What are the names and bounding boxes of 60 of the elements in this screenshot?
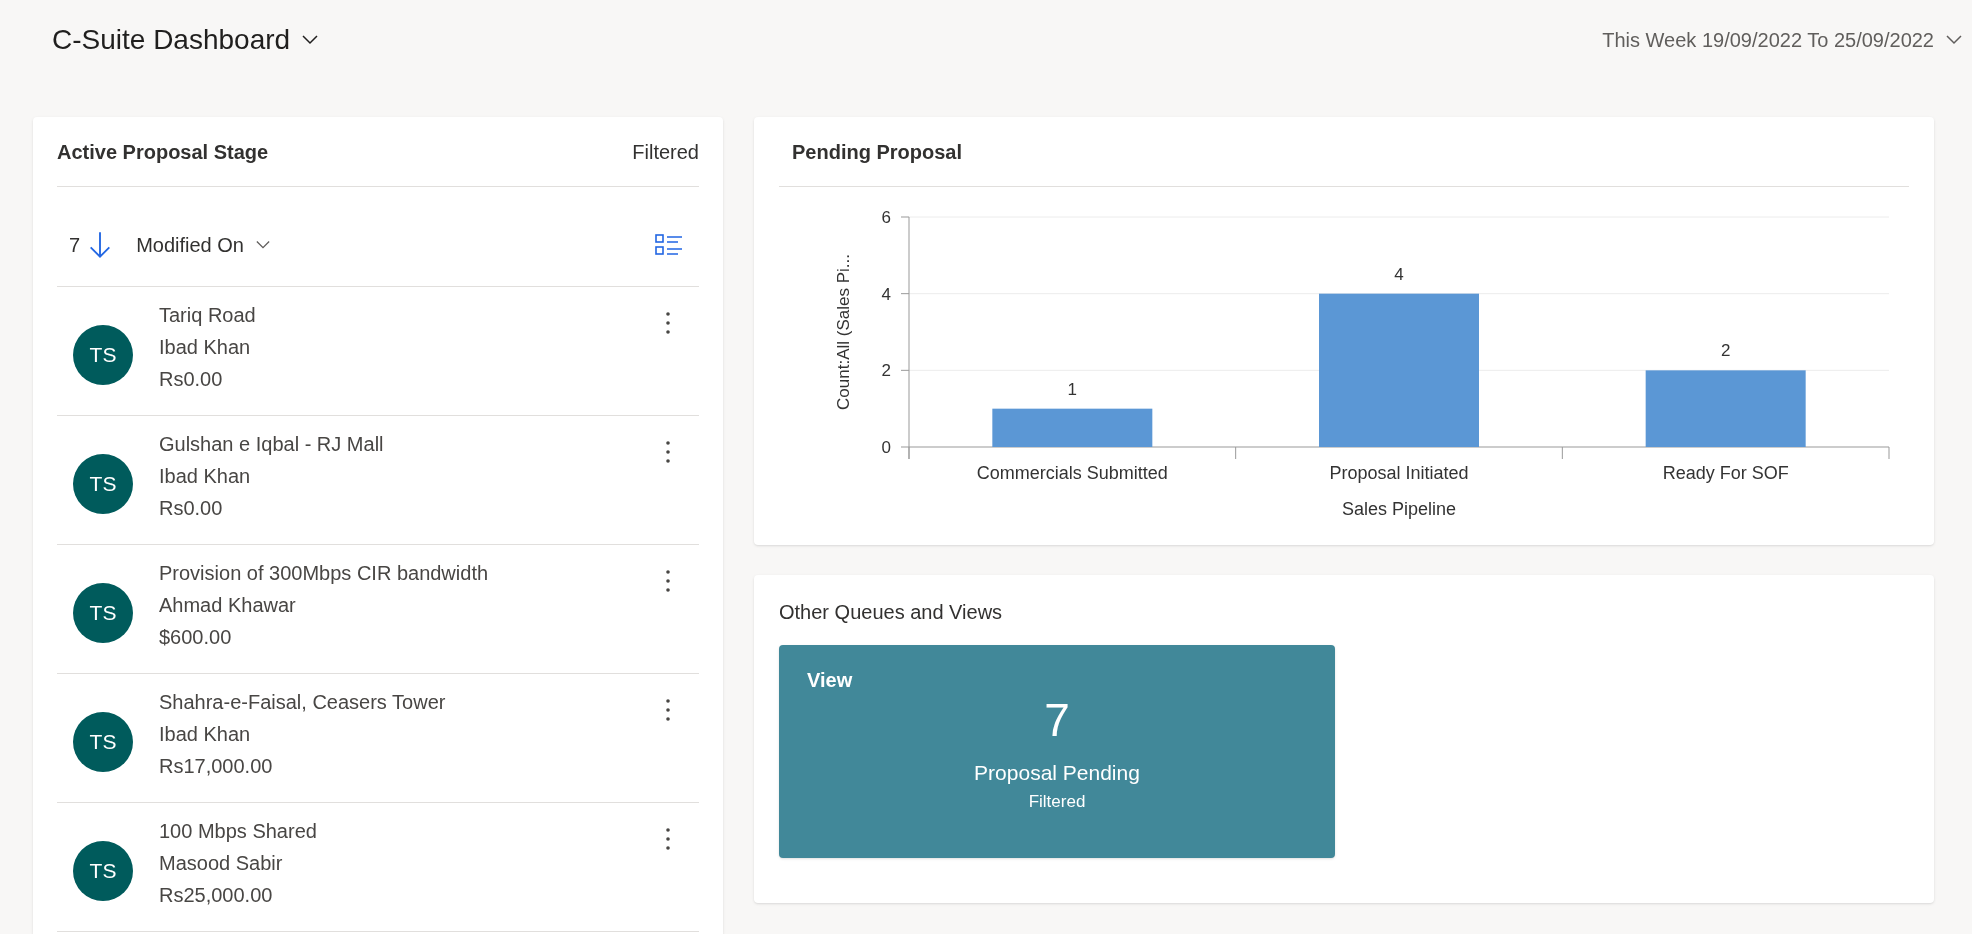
avatar: TS (73, 325, 133, 385)
proposal-amount: $600.00 (159, 625, 233, 650)
proposal-name: Gulshan e Iqbal - RJ Mall (159, 432, 384, 457)
proposal-name: 100 Mbps Shared (159, 819, 317, 844)
avatar: TS (73, 454, 133, 514)
card-title: Other Queues and Views (779, 600, 1004, 625)
category-label: Commercials Submitted (976, 463, 1168, 483)
x-axis-title: Sales Pipeline (1341, 499, 1457, 519)
proposal-name: Provision of 300Mbps CIR bandwidth (159, 561, 489, 586)
card-title: Active Proposal Stage (57, 139, 269, 165)
proposal-list-item[interactable]: TS Provision of 300Mbps CIR bandwidth Ahmad Khawar $600.00 (57, 545, 699, 674)
filter-label: Filtered (632, 139, 699, 165)
y-axis-title: Count:All (Sales Pi... (834, 254, 853, 410)
data-label: 4 (1394, 264, 1404, 284)
category-label: Ready For SOF (1662, 463, 1789, 483)
proposal-list-item[interactable]: TS Tariq Road Ibad Khan Rs0.00 (57, 287, 699, 416)
avatar: TS (73, 712, 133, 772)
proposal-owner: Ibad Khan (159, 464, 252, 489)
date-range-selector[interactable]: This Week 19/09/2022 To 25/09/2022 (1602, 25, 1962, 55)
avatar: TS (73, 583, 133, 643)
data-label: 2 (1720, 341, 1731, 361)
proposal-name: Tariq Road (159, 303, 256, 328)
list-view-icon[interactable] (655, 232, 683, 257)
proposal-list-item[interactable]: TS Gulshan e Iqbal - RJ Mall Ibad Khan Rs0.00 (57, 416, 699, 545)
axis-tick-label: 4 (881, 284, 891, 304)
tile-count: 7 (1044, 695, 1070, 745)
axis-tick-label: 6 (881, 208, 891, 227)
more-options-icon[interactable] (665, 569, 671, 593)
proposal-amount: Rs0.00 (159, 367, 224, 392)
view-tile[interactable]: View 7 Proposal Pending Filtered (779, 645, 1335, 858)
avatar: TS (73, 841, 133, 901)
proposal-list-item[interactable]: TS Shahra-e-Faisal, Ceasers Tower Ibad Khan Rs17,000.00 (57, 674, 699, 803)
more-options-icon[interactable] (665, 827, 671, 851)
proposal-owner: Ibad Khan (159, 335, 252, 360)
tile-filter-label: Filtered (1028, 790, 1086, 813)
proposal-owner: Masood Sabir (159, 851, 284, 876)
chevron-down-icon (255, 239, 270, 250)
proposal-owner: Ibad Khan (159, 722, 252, 747)
axis-tick-label: 2 (881, 361, 891, 381)
card-title: Pending Proposal (792, 139, 963, 165)
tile-name: Proposal Pending (974, 760, 1140, 786)
sort-field-selector[interactable]: Modified On (136, 229, 270, 260)
sort-arrow-icon[interactable] (88, 230, 113, 259)
proposal-owner: Ahmad Khawar (159, 593, 297, 618)
proposal-amount: Rs25,000.00 (159, 883, 274, 908)
proposal-amount: Rs0.00 (159, 496, 224, 521)
axis-tick-label: 0 (881, 438, 891, 457)
proposal-name: Shahra-e-Faisal, Ceasers Tower (159, 690, 446, 715)
chevron-down-icon (302, 34, 319, 46)
data-label: 1 (1067, 379, 1078, 399)
chevron-down-icon (1946, 34, 1962, 46)
proposal-list-item[interactable]: TS 100 Mbps Shared Masood Sabir Rs25,000.00 (57, 803, 699, 932)
more-options-icon[interactable] (665, 440, 671, 464)
tile-kind-label: View (807, 668, 853, 693)
category-label: Proposal Initiated (1329, 463, 1469, 483)
more-options-icon[interactable] (665, 311, 671, 335)
record-count: 7 (69, 232, 81, 258)
proposal-amount: Rs17,000.00 (159, 754, 274, 779)
dashboard-selector[interactable]: C-Suite Dashboard (52, 19, 319, 61)
more-options-icon[interactable] (665, 698, 671, 722)
